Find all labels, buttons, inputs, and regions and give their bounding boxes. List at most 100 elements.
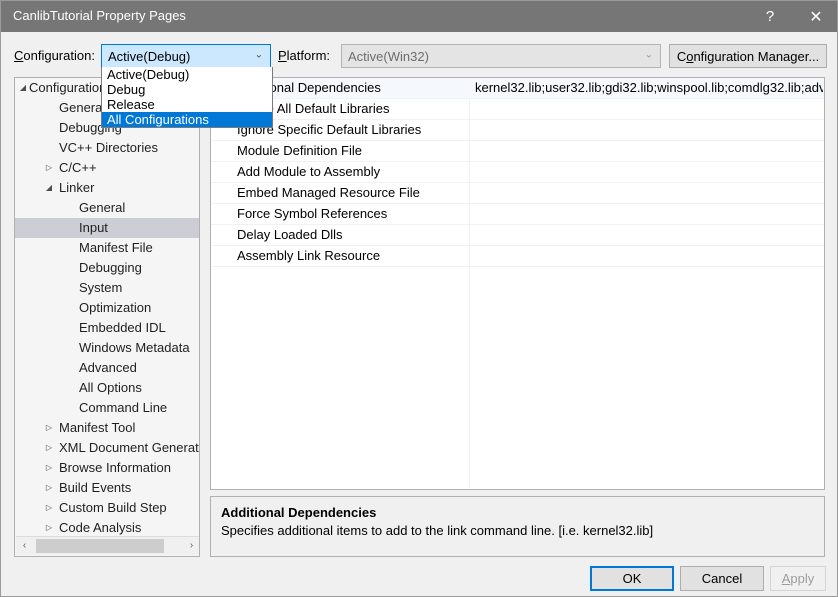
- tree-item[interactable]: Optimization: [15, 298, 199, 318]
- triangle-expanded-icon[interactable]: ◢: [41, 178, 57, 198]
- property-value[interactable]: [475, 204, 823, 224]
- table-row[interactable]: Delay Loaded Dlls: [211, 225, 824, 246]
- tree-item-label: Advanced: [79, 360, 137, 375]
- property-name: Module Definition File: [237, 143, 363, 158]
- table-row[interactable]: Ignore All Default Libraries: [211, 99, 824, 120]
- tree-item-label: Command Line: [79, 400, 168, 415]
- apply-button[interactable]: Apply: [770, 566, 826, 591]
- tree-item[interactable]: VC++ Directories: [15, 138, 199, 158]
- tree-item[interactable]: General: [15, 198, 199, 218]
- property-name: Assembly Link Resource: [237, 248, 381, 263]
- ok-button[interactable]: OK: [590, 566, 674, 591]
- property-value[interactable]: kernel32.lib;user32.lib;gdi32.lib;winspo…: [475, 78, 823, 98]
- tree-item-label: Code Analysis: [59, 520, 142, 535]
- dropdown-option[interactable]: Active(Debug): [102, 67, 272, 82]
- table-row[interactable]: Assembly Link Resource: [211, 246, 824, 267]
- tree-item-label: Optimization: [79, 300, 152, 315]
- tree-item[interactable]: ▷ Browse Information: [15, 458, 199, 478]
- tree-item-label: Custom Build Step: [59, 500, 167, 515]
- tree-item-label: VC++ Directories: [59, 140, 158, 155]
- tree-item-label: System: [79, 280, 123, 295]
- cancel-button[interactable]: Cancel: [680, 566, 764, 591]
- description-panel: Additional Dependencies Specifies additi…: [210, 496, 825, 557]
- configuration-combobox[interactable]: Active(Debug) ⌄: [101, 44, 271, 68]
- property-value[interactable]: [475, 162, 823, 182]
- table-row[interactable]: Additional Dependencies kernel32.lib;user…: [211, 78, 824, 99]
- triangle-collapsed-icon[interactable]: ▷: [41, 158, 57, 178]
- configuration-tree[interactable]: ◢ Configuration Properties General Debuggin…: [14, 77, 200, 557]
- property-pages-dialog: CanlibTutorial Property Pages ? ✕ Config…: [0, 0, 838, 597]
- tree-item[interactable]: System: [15, 278, 199, 298]
- tree-item-label: All Options: [79, 380, 142, 395]
- platform-label-rest: latform:: [286, 48, 331, 63]
- tree-item-label: Browse Information: [59, 460, 171, 475]
- configuration-manager-pre: C: [676, 48, 687, 64]
- property-name: Force Symbol References: [237, 206, 388, 221]
- configuration-dropdown-list[interactable]: Active(Debug) Debug Release All Configurati…: [101, 67, 273, 128]
- table-row[interactable]: Force Symbol References: [211, 204, 824, 225]
- platform-label: Platform:: [278, 48, 330, 63]
- tree-item[interactable]: ▷ Manifest Tool: [15, 418, 199, 438]
- tree-item-label: Embedded IDL: [79, 320, 166, 335]
- scrollbar-thumb[interactable]: [36, 539, 164, 553]
- table-row[interactable]: Embed Managed Resource File: [211, 183, 824, 204]
- tree-item-label: Manifest File: [79, 240, 153, 255]
- triangle-collapsed-icon[interactable]: ▷: [41, 438, 57, 458]
- configuration-manager-button[interactable]: Co nfiguration Manager...: [669, 44, 827, 68]
- tree-item-label: Input: [79, 220, 108, 235]
- tree-item[interactable]: All Options: [15, 378, 199, 398]
- triangle-collapsed-icon[interactable]: ▷: [41, 418, 57, 438]
- table-row[interactable]: Add Module to Assembly: [211, 162, 824, 183]
- tree-item-label: C/C++: [59, 160, 97, 175]
- property-value[interactable]: [475, 225, 823, 245]
- tree-item-label: Linker: [59, 180, 95, 195]
- tree-item-label: Manifest Tool: [59, 420, 136, 435]
- scroll-left-icon[interactable]: ‹: [16, 537, 33, 555]
- tree-item[interactable]: ▷ XML Document Generator: [15, 438, 199, 458]
- window-title: CanlibTutorial Property Pages: [13, 8, 186, 23]
- help-icon[interactable]: ?: [747, 1, 793, 32]
- tree-item[interactable]: Manifest File: [15, 238, 199, 258]
- scroll-right-icon[interactable]: ›: [183, 537, 199, 555]
- property-value[interactable]: [475, 183, 823, 203]
- tree-item[interactable]: ▷ Custom Build Step: [15, 498, 199, 518]
- tree-item[interactable]: ◢ Linker: [15, 178, 199, 198]
- tree-item[interactable]: Advanced: [15, 358, 199, 378]
- description-title: Additional Dependencies: [221, 505, 377, 520]
- chevron-down-icon: ⌄: [254, 49, 263, 61]
- apply-label-rest: pply: [790, 571, 815, 586]
- property-name: Add Module to Assembly: [237, 164, 381, 179]
- property-value[interactable]: [475, 141, 823, 161]
- tree-item-label: Build Events: [59, 480, 132, 495]
- triangle-collapsed-icon[interactable]: ▷: [41, 498, 57, 518]
- tree-item-label: Debugging: [79, 260, 142, 275]
- tree-item[interactable]: ▷ Code Analysis: [15, 518, 199, 538]
- tree-horizontal-scrollbar[interactable]: ‹ ›: [16, 536, 199, 555]
- tree-item-label: General: [59, 100, 106, 115]
- triangle-collapsed-icon[interactable]: ▷: [41, 518, 57, 538]
- configuration-manager-accel: o: [686, 48, 694, 64]
- property-value[interactable]: [475, 99, 823, 119]
- configuration-label-rest: onfiguration:: [23, 48, 95, 63]
- triangle-collapsed-icon[interactable]: ▷: [41, 478, 57, 498]
- tree-item[interactable]: Windows Metadata: [15, 338, 199, 358]
- dropdown-option[interactable]: Debug: [102, 82, 272, 97]
- table-row[interactable]: Module Definition File: [211, 141, 824, 162]
- property-value[interactable]: [475, 246, 823, 266]
- property-grid[interactable]: Additional Dependencies kernel32.lib;user…: [210, 77, 825, 490]
- tree-item[interactable]: ▷ Build Events: [15, 478, 199, 498]
- tree-item[interactable]: Command Line: [15, 398, 199, 418]
- tree-item[interactable]: Input: [15, 218, 199, 238]
- property-value[interactable]: [475, 120, 823, 140]
- tree-item[interactable]: ▷ C/C++: [15, 158, 199, 178]
- tree-item[interactable]: Embedded IDL: [15, 318, 199, 338]
- tree-item[interactable]: Debugging: [15, 258, 199, 278]
- table-row[interactable]: Ignore Specific Default Libraries: [211, 120, 824, 141]
- tree-list: ◢ Configuration Properties General Debuggin…: [15, 78, 199, 538]
- platform-combobox[interactable]: Active(Win32) ⌄: [341, 44, 661, 68]
- close-icon[interactable]: ✕: [793, 1, 837, 32]
- dropdown-option[interactable]: All Configurations: [102, 112, 272, 127]
- triangle-expanded-icon[interactable]: ◢: [15, 78, 31, 98]
- triangle-collapsed-icon[interactable]: ▷: [41, 458, 57, 478]
- dropdown-option[interactable]: Release: [102, 97, 272, 112]
